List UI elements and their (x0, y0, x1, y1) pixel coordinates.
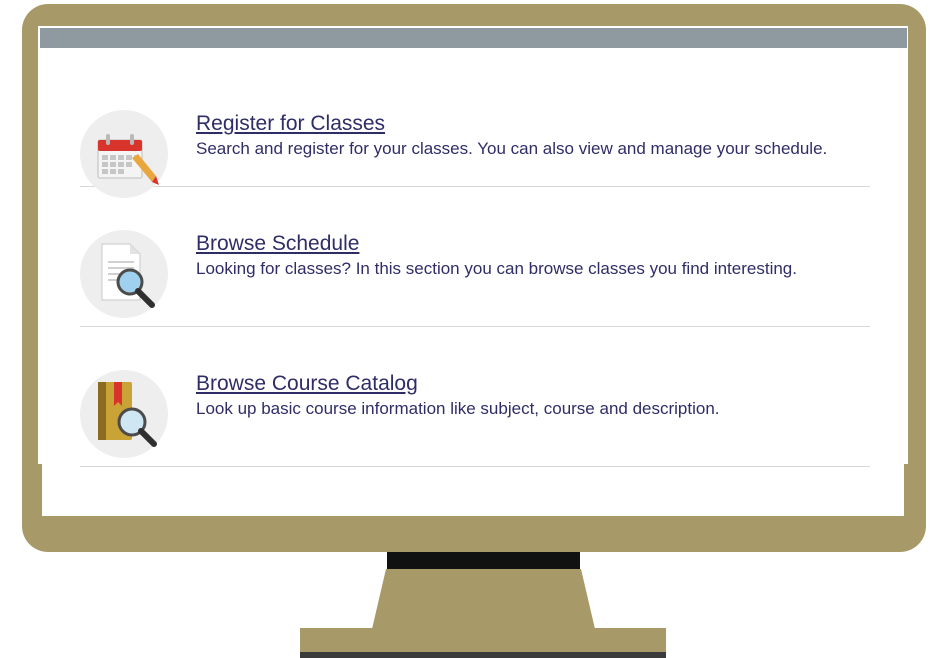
screen-notch-right (904, 464, 908, 516)
menu-item-browse-schedule: Browse Schedule Looking for classes? In … (80, 186, 870, 327)
register-for-classes-description: Search and register for your classes. Yo… (196, 139, 828, 158)
screen-notch-left (38, 464, 42, 516)
book-magnifier-icon[interactable] (80, 370, 168, 458)
menu-item-register: Register for Classes Search and register… (80, 46, 870, 198)
monitor-base-shadow (300, 652, 666, 658)
browse-course-catalog-link[interactable]: Browse Course Catalog (196, 372, 418, 396)
browse-course-catalog-description: Look up basic course information like su… (196, 399, 720, 418)
register-for-classes-link[interactable]: Register for Classes (196, 112, 385, 136)
document-magnifier-icon[interactable] (80, 230, 168, 318)
browse-schedule-description: Looking for classes? In this section you… (196, 259, 797, 278)
calendar-pencil-icon[interactable] (80, 110, 168, 198)
monitor-base (300, 628, 666, 652)
monitor-neck (372, 569, 595, 629)
monitor-neck-shadow (387, 552, 580, 569)
screen-top-bar (40, 28, 907, 48)
browse-schedule-link[interactable]: Browse Schedule (196, 232, 359, 256)
monitor-frame: Register for Classes Search and register… (22, 4, 926, 552)
menu-item-course-catalog: Browse Course Catalog Look up basic cour… (80, 326, 870, 467)
monitor-screen: Register for Classes Search and register… (38, 26, 908, 516)
